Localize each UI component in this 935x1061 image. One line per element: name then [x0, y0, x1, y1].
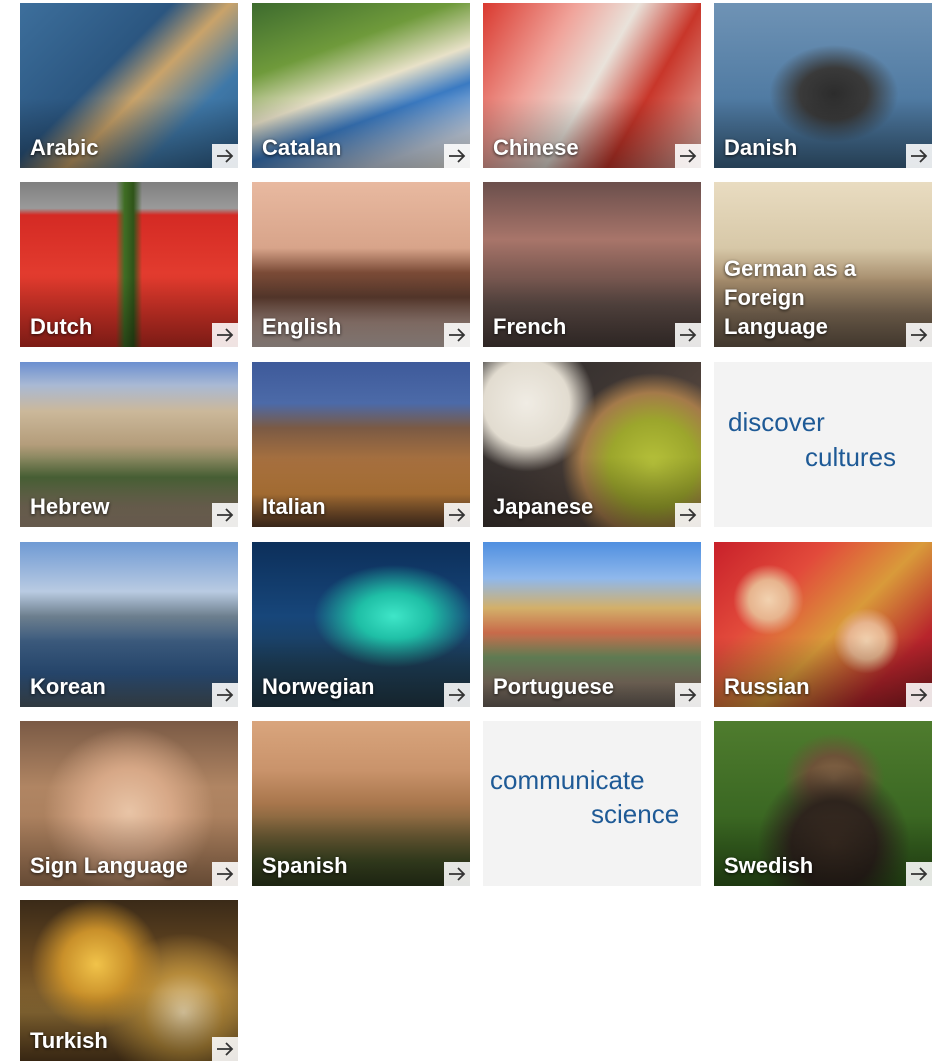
arrow-right-icon[interactable] — [444, 144, 470, 168]
tile-label: French — [493, 314, 567, 339]
arrow-right-icon[interactable] — [675, 503, 701, 527]
tile-sign-language[interactable]: Sign Language — [20, 721, 238, 886]
tile-label: Sign Language — [30, 853, 188, 878]
arrow-right-icon[interactable] — [212, 144, 238, 168]
tile-swedish[interactable]: Swedish — [714, 721, 932, 886]
tile-french[interactable]: French — [483, 182, 701, 347]
tile-chinese[interactable]: Chinese — [483, 3, 701, 168]
tile-german[interactable]: German as a Foreign Language — [714, 182, 932, 347]
tile-label: Arabic — [30, 135, 99, 160]
arrow-right-icon[interactable] — [675, 323, 701, 347]
promo-line-2: cultures — [805, 442, 897, 472]
arrow-right-icon[interactable] — [906, 862, 932, 886]
tile-korean[interactable]: Korean — [20, 542, 238, 707]
tile-label: Norwegian — [262, 674, 375, 699]
tile-label: Spanish — [262, 853, 348, 878]
arrow-right-icon[interactable] — [212, 862, 238, 886]
tile-english[interactable]: English — [252, 182, 470, 347]
tile-spanish[interactable]: Spanish — [252, 721, 470, 886]
arrow-right-icon[interactable] — [444, 503, 470, 527]
arrow-right-icon[interactable] — [444, 323, 470, 347]
tile-hebrew[interactable]: Hebrew — [20, 362, 238, 527]
tile-dutch[interactable]: Dutch — [20, 182, 238, 347]
tile-label: German as a Foreign Language — [724, 256, 857, 339]
tile-label: Korean — [30, 674, 106, 699]
tile-danish[interactable]: Danish — [714, 3, 932, 168]
promo-discover-cultures[interactable]: discover cultures — [714, 362, 932, 527]
tile-catalan[interactable]: Catalan — [252, 3, 470, 168]
tile-label: Swedish — [724, 853, 814, 878]
promo-communicate-science[interactable]: communicate science — [483, 721, 701, 886]
arrow-right-icon[interactable] — [906, 144, 932, 168]
tile-label: English — [262, 314, 342, 339]
tile-label: Hebrew — [30, 494, 110, 519]
tile-label: Danish — [724, 135, 798, 160]
tile-portuguese[interactable]: Portuguese — [483, 542, 701, 707]
promo-line-1: communicate — [490, 765, 645, 795]
arrow-right-icon[interactable] — [444, 683, 470, 707]
arrow-right-icon[interactable] — [212, 683, 238, 707]
language-tile-grid: Arabic Catalan Chinese Danish Dutch Engl… — [0, 0, 935, 1061]
arrow-right-icon[interactable] — [675, 683, 701, 707]
tile-italian[interactable]: Italian — [252, 362, 470, 527]
tile-label: Chinese — [493, 135, 579, 160]
tile-turkish[interactable]: Turkish — [20, 900, 238, 1061]
tile-label: Japanese — [493, 494, 594, 519]
tile-label: Russian — [724, 674, 810, 699]
arrow-right-icon[interactable] — [444, 862, 470, 886]
tile-label: Portuguese — [493, 674, 615, 699]
arrow-right-icon[interactable] — [675, 144, 701, 168]
tile-arabic[interactable]: Arabic — [20, 3, 238, 168]
arrow-right-icon[interactable] — [906, 683, 932, 707]
promo-line-1: discover — [728, 407, 825, 437]
tile-norwegian[interactable]: Norwegian — [252, 542, 470, 707]
tile-russian[interactable]: Russian — [714, 542, 932, 707]
tile-label: Catalan — [262, 135, 342, 160]
tile-label: Turkish — [30, 1028, 108, 1053]
arrow-right-icon[interactable] — [906, 323, 932, 347]
arrow-right-icon[interactable] — [212, 503, 238, 527]
tile-japanese[interactable]: Japanese — [483, 362, 701, 527]
tile-label: Italian — [262, 494, 326, 519]
tile-label: Dutch — [30, 314, 93, 339]
arrow-right-icon[interactable] — [212, 323, 238, 347]
arrow-right-icon[interactable] — [212, 1037, 238, 1061]
promo-line-2: science — [591, 799, 680, 829]
